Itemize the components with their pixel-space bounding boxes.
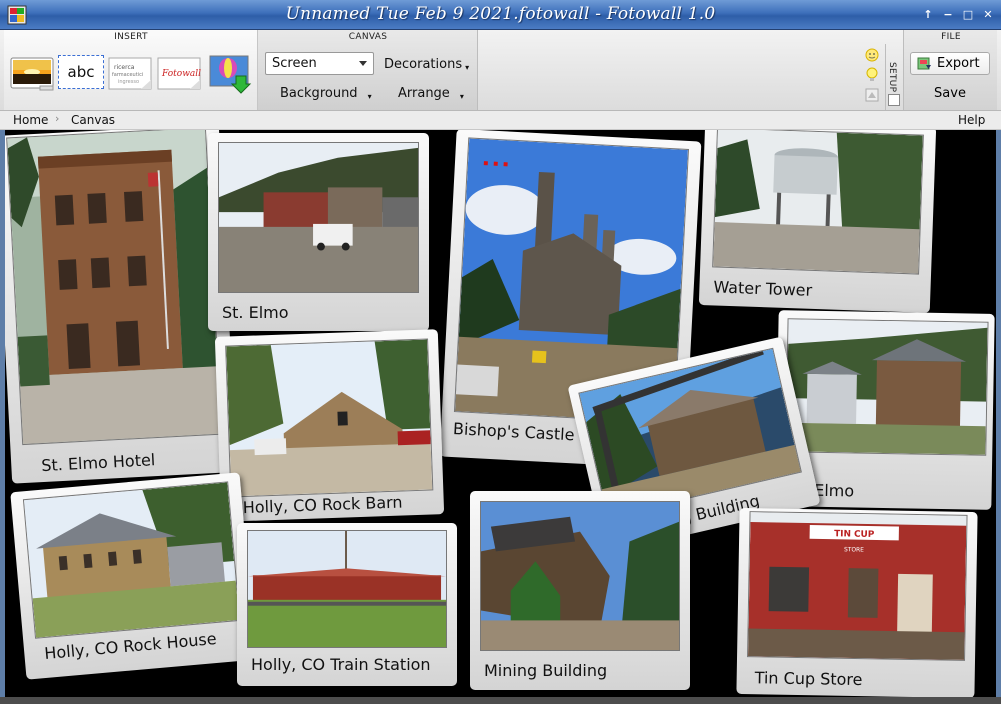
add-wordcloud-button[interactable]: ricerca farmaceutici ingresso: [108, 56, 153, 92]
decorations-button[interactable]: Decorations ▾: [384, 57, 469, 72]
svg-text:ricerca: ricerca: [114, 64, 135, 71]
tower-photo: [713, 130, 923, 274]
add-text-label: abc: [67, 63, 95, 81]
export-label: Export: [937, 56, 980, 71]
dropdown-arrow-icon: ▾: [459, 92, 464, 101]
photo-canvas[interactable]: St. Elmo Hotel St. Elmo Bishop's Castle …: [5, 130, 996, 697]
setup-label: SETUP: [887, 62, 897, 93]
photo-st-elmo-street[interactable]: St. Elmo: [208, 133, 429, 331]
photo-train-station[interactable]: Holly, CO Train Station: [237, 523, 457, 686]
arrange-button[interactable]: Arrange ▾: [398, 86, 464, 101]
dropdown-arrow-icon: ▾: [465, 63, 470, 72]
title-bar: Unnamed Tue Feb 9 2021.fotowall - Fotowa…: [0, 0, 1001, 30]
file-header: FILE: [941, 32, 961, 42]
file-section: FILE Export Save: [903, 30, 997, 110]
add-text-button[interactable]: abc: [58, 55, 104, 89]
background-button[interactable]: Background ▾: [280, 86, 372, 101]
hotel-photo: [7, 130, 221, 445]
photo-caption: Bishop's Castle: [452, 419, 575, 445]
breadcrumb-canvas[interactable]: Canvas: [71, 113, 115, 127]
photo-caption: Holly, CO Train Station: [251, 655, 431, 674]
photo-caption: Tin Cup Store: [754, 668, 863, 690]
photo-rock-house[interactable]: Holly, CO Rock House: [10, 472, 256, 680]
save-button[interactable]: Save: [910, 83, 990, 105]
lightbulb-icon[interactable]: [865, 67, 879, 83]
insert-header: INSERT: [114, 32, 148, 42]
cabins-photo: [786, 319, 988, 455]
street-photo: [219, 143, 418, 292]
mining-photo-2: [481, 502, 679, 650]
webcam-logo-text: Fotowall: [161, 69, 201, 79]
window-frame-right: [996, 130, 1001, 704]
photo-caption: St. Elmo Hotel: [40, 450, 156, 476]
decorations-label: Decorations: [384, 57, 463, 72]
photo-water-tower[interactable]: Water Tower: [698, 130, 937, 313]
svg-text:farmaceutici: farmaceutici: [112, 72, 143, 78]
window-minimize-button[interactable]: −: [941, 5, 955, 23]
photo-tin-cup-store[interactable]: TIN CUP STORE Tin Cup Store: [736, 507, 978, 697]
add-webcam-button[interactable]: Fotowall: [157, 56, 202, 92]
store-photo: TIN CUP STORE: [748, 512, 967, 660]
window-title: Unnamed Tue Feb 9 2021.fotowall - Fotowa…: [285, 4, 716, 24]
window-close-button[interactable]: ✕: [981, 5, 995, 23]
house-photo: [23, 482, 240, 638]
photo-caption: Water Tower: [713, 277, 813, 300]
add-picture-button[interactable]: [10, 56, 55, 92]
svg-text:ingresso: ingresso: [118, 79, 139, 85]
barn-photo: [226, 339, 433, 497]
setup-checkbox[interactable]: [888, 94, 900, 106]
store-sign-text: TIN CUP: [834, 529, 875, 540]
breadcrumb-home[interactable]: Home: [13, 113, 48, 127]
status-strip: [0, 697, 1001, 704]
export-icon: [917, 57, 931, 70]
photo-rock-barn[interactable]: Holly, CO Rock Barn: [214, 329, 445, 522]
photo-caption: Mining Building: [484, 661, 608, 680]
photo-mining-building[interactable]: Mining Building: [470, 491, 690, 690]
download-pictures-button[interactable]: [208, 54, 253, 94]
photo-caption: St. Elmo: [222, 303, 289, 322]
accelerate-icon[interactable]: [865, 88, 879, 102]
window-shade-button[interactable]: ↑: [921, 5, 935, 23]
dropdown-arrow-icon: ▾: [367, 92, 372, 101]
export-button[interactable]: Export: [910, 52, 990, 75]
breadcrumb-separator-icon: ›: [55, 112, 60, 125]
insert-section: INSERT abc ricerca farmaceutici ingresso…: [4, 30, 258, 110]
canvas-header: CANVAS: [348, 32, 388, 42]
breadcrumb: Home › Canvas Help: [0, 111, 1001, 130]
help-link[interactable]: Help: [958, 113, 985, 127]
store-sign-sub: STORE: [844, 546, 864, 553]
background-label: Background: [280, 86, 358, 101]
station-photo: [248, 531, 446, 647]
chevron-down-icon: [359, 61, 367, 66]
canvas-mode-value: Screen: [272, 56, 317, 71]
canvas-mode-select[interactable]: Screen: [265, 52, 374, 75]
canvas-section: CANVAS Screen Decorations ▾ Background ▾ A…: [258, 30, 478, 110]
arrange-label: Arrange: [398, 86, 450, 101]
photo-st-elmo-hotel[interactable]: St. Elmo Hotel: [5, 130, 237, 484]
smiley-icon[interactable]: [865, 48, 879, 62]
toolbar: INSERT abc ricerca farmaceutici ingresso…: [0, 30, 1001, 111]
window-maximize-button[interactable]: □: [961, 5, 975, 23]
